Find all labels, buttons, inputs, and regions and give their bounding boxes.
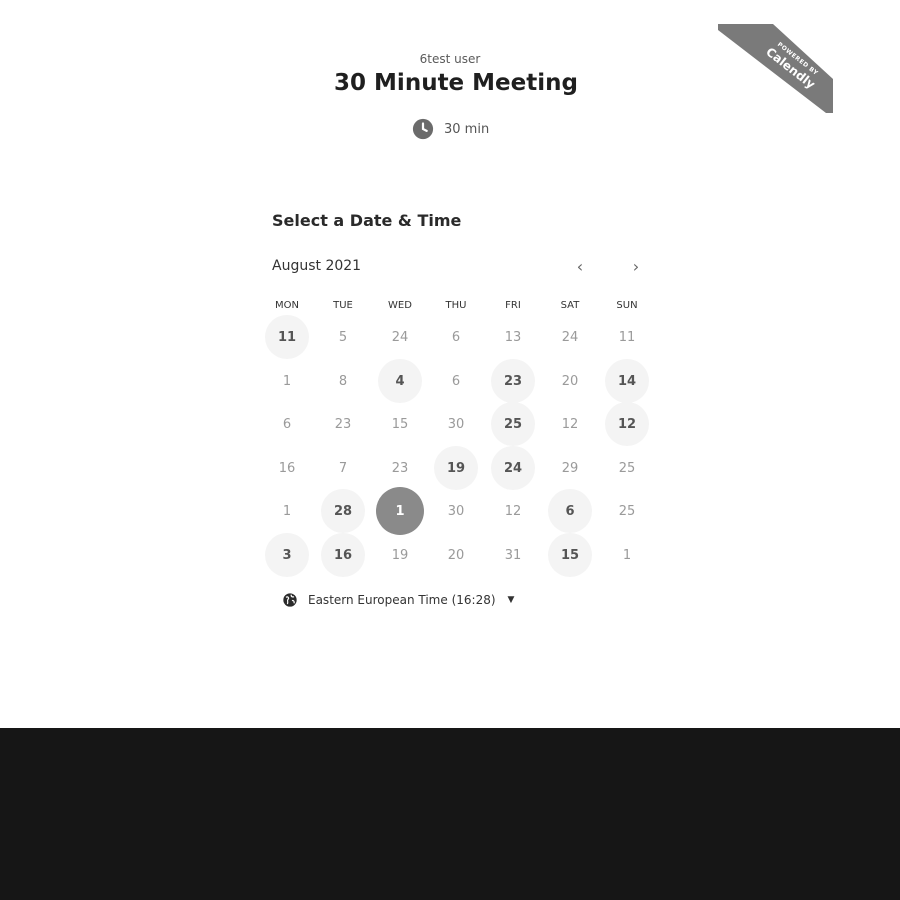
available-day-button[interactable]: 12 [605,402,649,446]
timezone-label: Eastern European Time (16:28) [308,593,496,607]
available-day-button[interactable]: 28 [321,489,365,533]
unavailable-day: 11 [618,329,636,345]
weekday-label: FRI [505,300,521,311]
available-day-button[interactable]: 19 [434,446,478,490]
event-title: 30 Minute Meeting [334,70,578,96]
booking-page: POWERED BY Calendly 6test user 30 Minute… [0,0,900,728]
unavailable-day: 29 [561,460,579,476]
unavailable-day: 16 [278,460,296,476]
weekday-label: MON [275,300,299,311]
duration-text: 30 min [444,121,490,137]
weekday-label: SUN [616,300,638,311]
weekday-label: THU [445,300,467,311]
chevron-left-icon: ‹ [576,256,584,276]
unavailable-day: 15 [391,416,409,432]
unavailable-day: 24 [391,329,409,345]
clock-icon [412,118,434,140]
globe-icon [283,593,297,607]
month-label: August 2021 [272,258,362,274]
unavailable-day: 7 [338,460,348,476]
chevron-right-icon: › [632,256,640,276]
unavailable-day: 8 [338,373,348,389]
next-month-button[interactable]: › [624,254,648,278]
unavailable-day: 30 [447,503,465,519]
dark-footer-area [0,728,900,900]
available-day-button[interactable]: 4 [378,359,422,403]
unavailable-day: 12 [561,416,579,432]
unavailable-day: 31 [504,547,522,563]
unavailable-day: 1 [282,503,292,519]
unavailable-day: 20 [447,547,465,563]
caret-down-icon: ▼ [507,595,515,605]
unavailable-day: 6 [451,373,461,389]
unavailable-day: 23 [391,460,409,476]
unavailable-day: 5 [338,329,348,345]
timezone-selector[interactable]: Eastern European Time (16:28) ▼ [282,592,514,608]
weekday-label: TUE [333,300,353,311]
available-day-button[interactable]: 16 [321,533,365,577]
available-day-button[interactable]: 25 [491,402,535,446]
unavailable-day: 25 [618,460,636,476]
unavailable-day: 13 [504,329,522,345]
duration-info: 30 min [412,118,489,140]
unavailable-day: 1 [282,373,292,389]
unavailable-day: 12 [504,503,522,519]
available-day-button[interactable]: 11 [265,315,309,359]
powered-by-calendly-badge[interactable]: POWERED BY Calendly [718,24,833,113]
weekday-label: SAT [560,300,580,311]
unavailable-day: 30 [447,416,465,432]
section-title: Select a Date & Time [272,211,462,230]
available-day-button[interactable]: 23 [491,359,535,403]
available-day-button[interactable]: 15 [548,533,592,577]
unavailable-day: 25 [618,503,636,519]
host-name: 6test user [419,52,481,66]
unavailable-day: 6 [282,416,292,432]
unavailable-day: 19 [391,547,409,563]
unavailable-day: 23 [334,416,352,432]
unavailable-day: 6 [451,329,461,345]
available-day-button[interactable]: 3 [265,533,309,577]
available-day-button[interactable]: 6 [548,489,592,533]
previous-month-button[interactable]: ‹ [568,254,592,278]
weekday-label: WED [388,300,412,311]
selected-day-button[interactable]: 1 [376,487,424,535]
unavailable-day: 20 [561,373,579,389]
unavailable-day: 1 [622,547,632,563]
available-day-button[interactable]: 24 [491,446,535,490]
available-day-button[interactable]: 14 [605,359,649,403]
unavailable-day: 24 [561,329,579,345]
